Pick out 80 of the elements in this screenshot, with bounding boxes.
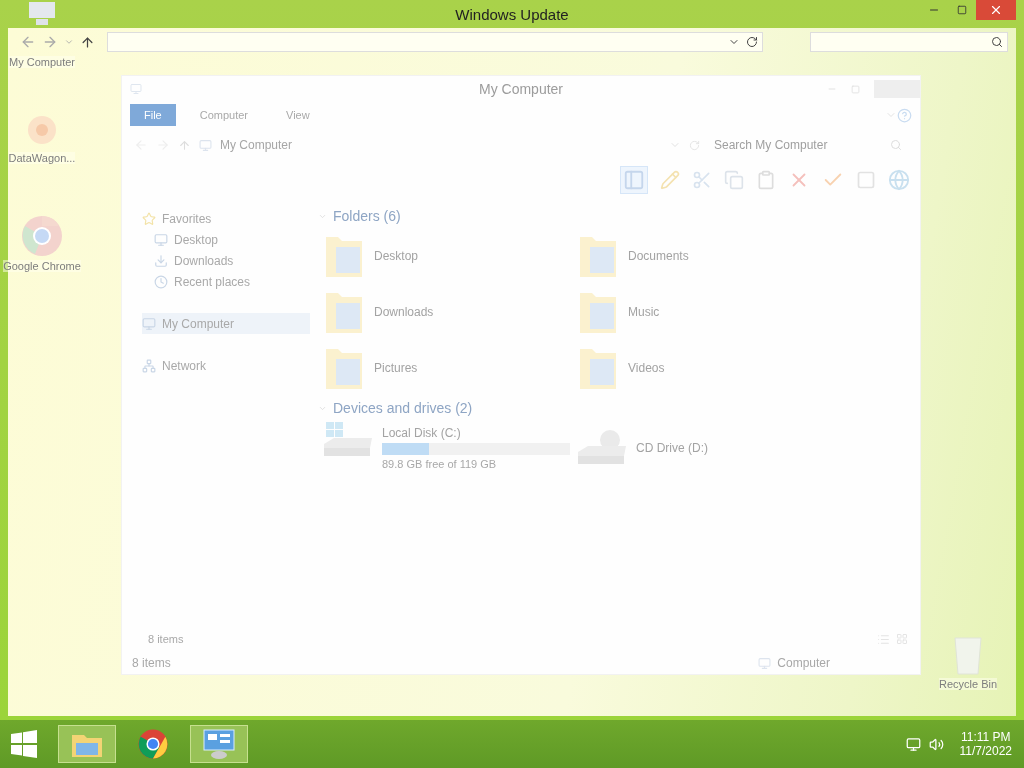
layout-icon[interactable] [620,166,648,194]
globe-icon[interactable] [888,169,910,191]
item-tile[interactable]: CD Drive (D:) [572,420,826,476]
window-title: Windows Update [455,5,569,23]
computer-icon [142,316,156,331]
close-icon [989,3,1003,17]
item-tile[interactable]: Downloads [318,284,572,340]
help-icon[interactable] [897,107,912,123]
control-panel-icon [202,728,236,760]
windows-logo-icon [10,730,38,758]
drive-space: 89.8 GB free of 119 GB [382,458,498,470]
ribbon-tab[interactable]: View [272,104,324,126]
group-title: Folders (6) [333,208,401,224]
nav-item[interactable]: Network [142,355,310,376]
item-tile[interactable]: Videos [572,340,826,396]
search-icon [890,139,902,151]
close-button[interactable] [874,80,920,98]
nav-item[interactable]: Favorites [142,208,310,229]
refresh-icon[interactable] [746,36,758,48]
scissors-icon[interactable] [692,170,712,190]
item-tile[interactable]: Pictures [318,340,572,396]
item-label: Downloads [374,305,434,319]
item-label: Desktop [374,249,419,263]
nav-item[interactable]: Recent places [142,271,310,292]
explorer-title: My Computer [479,81,563,97]
desktop-icon [154,232,168,247]
item-tile[interactable]: Local Disk (C:) 89.8 GB free of 119 GB [318,420,572,476]
address-field[interactable] [107,32,763,52]
clock[interactable]: 11:11 PM 11/7/2022 [951,730,1020,758]
item-label: Pictures [374,361,418,375]
desktop-icon-label[interactable]: Recycle Bin [938,678,998,690]
status-location: Computer [777,656,830,670]
nav-item[interactable]: Downloads [142,250,310,271]
tiles-view-icon[interactable] [896,633,908,645]
clock-time: 11:11 PM [960,730,1011,744]
desktop-icon-label[interactable]: Google Chrome [3,260,81,272]
item-label: CD Drive (D:) [636,441,708,455]
close-button[interactable] [976,0,1016,20]
item-tile[interactable]: Documents [572,228,826,284]
group-title: Devices and drives (2) [333,400,473,416]
item-count: 8 items [148,633,184,645]
star-icon [142,211,156,226]
desktop-icon-label[interactable]: DataWagon... [8,152,76,164]
item-tile[interactable]: Desktop [318,228,572,284]
nav-item[interactable]: My Computer [142,313,310,334]
computer-icon [130,83,142,95]
search-icon [991,36,1003,48]
recent-icon [154,274,168,289]
computer-icon [758,656,772,670]
taskbar-app[interactable] [190,725,248,763]
clipboard-icon[interactable] [756,170,776,190]
maximize-icon [957,5,967,15]
item-tile[interactable]: Music [572,284,826,340]
item-label: Music [628,305,660,319]
desktop-icon-label[interactable]: My Computer [9,56,75,68]
caret-icon[interactable] [64,37,74,47]
drive-label: Local Disk (C:) [382,426,462,440]
details-view-icon[interactable] [877,632,890,646]
taskbar-app[interactable] [58,725,116,763]
chrome-icon [137,728,169,760]
copy-icon[interactable] [724,170,744,190]
forward-icon[interactable] [42,34,58,50]
volume-icon[interactable] [928,736,944,752]
search-field[interactable]: Search My Computer [708,135,908,155]
computer-icon [27,0,57,26]
computer-icon [199,138,212,152]
chrome-icon [20,214,64,258]
back-icon[interactable] [20,34,36,50]
maximize-icon[interactable] [851,84,860,94]
download-icon [154,253,168,268]
ribbon-tab[interactable]: Computer [185,104,263,126]
item-label: Documents [628,249,689,263]
nav-item[interactable]: Desktop [142,229,310,250]
clock-date: 11/7/2022 [959,744,1012,758]
search-field[interactable] [810,32,1008,52]
ribbon-tab[interactable]: File [130,104,176,126]
breadcrumb[interactable]: My Computer [220,138,293,152]
status-count: 8 items [132,656,171,670]
pencil-icon[interactable] [660,170,680,190]
item-label: Videos [628,361,665,375]
